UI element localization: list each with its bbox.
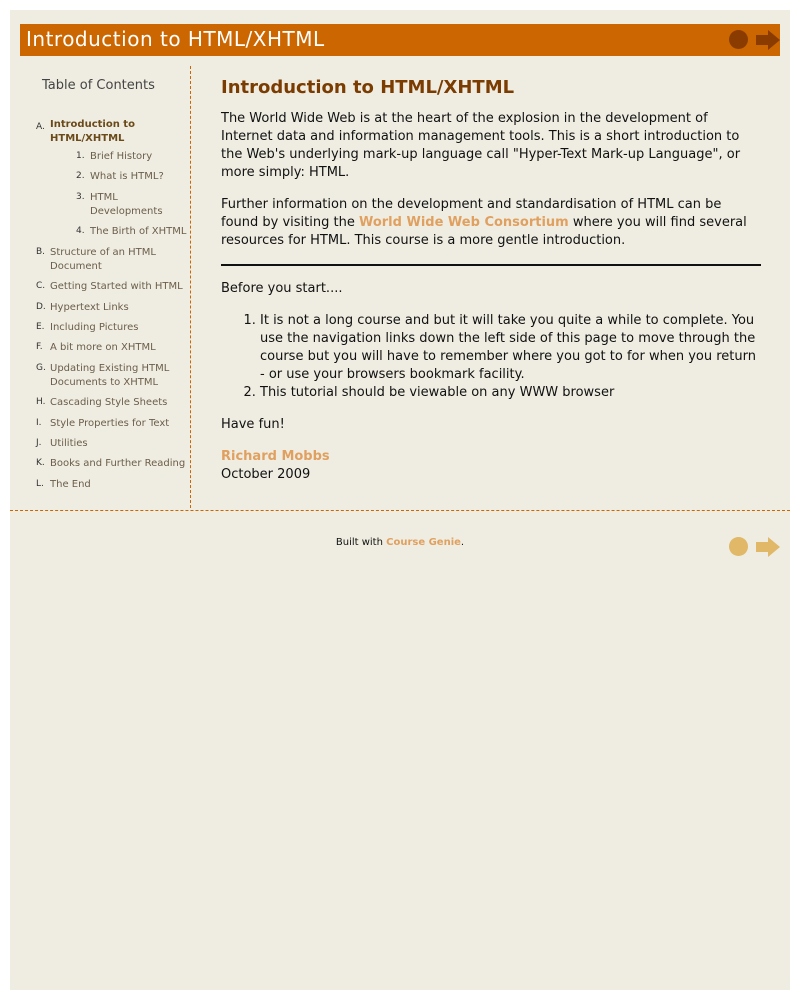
footer-divider xyxy=(10,510,790,511)
table-of-contents: Table of Contents A. Introduction to HTM… xyxy=(20,66,191,508)
toc-item-birth-of-xhtml[interactable]: The Birth of XHTML xyxy=(90,225,200,239)
author-name: Richard Mobbs xyxy=(221,449,330,464)
w3c-link[interactable]: World Wide Web Consortium xyxy=(359,215,569,230)
circle-prev-icon[interactable] xyxy=(729,30,748,49)
toc-marker: 3. xyxy=(76,192,85,202)
toc-item-brief-history[interactable]: Brief History xyxy=(90,150,190,164)
footer-built-with: Built with xyxy=(335,537,387,548)
content-heading: Introduction to HTML/XHTML xyxy=(221,77,515,98)
footer-credit: Built with Course Genie. xyxy=(10,537,790,548)
date-text: October 2009 xyxy=(221,467,311,482)
before-start-text: Before you start.... xyxy=(221,281,343,296)
divider xyxy=(221,264,761,266)
arrow-next-icon[interactable] xyxy=(756,30,780,50)
toc-marker: E. xyxy=(36,322,45,332)
page-frame: Introduction to HTML/XHTML Table of Cont… xyxy=(10,10,790,990)
list-item: This tutorial should be viewable on any … xyxy=(260,384,761,402)
toc-item-css[interactable]: Cascading Style Sheets xyxy=(50,396,190,410)
toc-marker: D. xyxy=(36,302,46,312)
page-title: Introduction to HTML/XHTML xyxy=(26,27,325,51)
toc-item-the-end[interactable]: The End xyxy=(50,478,190,492)
toc-marker: 4. xyxy=(76,226,85,236)
main-content: Introduction to HTML/XHTML The World Wid… xyxy=(221,76,761,484)
toc-marker: C. xyxy=(36,281,46,291)
list-item: It is not a long course and but it will … xyxy=(260,312,761,384)
toc-item-style-properties[interactable]: Style Properties for Text xyxy=(50,417,190,431)
toc-marker: A. xyxy=(36,122,45,132)
toc-item-more-xhtml[interactable]: A bit more on XHTML xyxy=(50,341,180,355)
have-fun-text: Have fun! xyxy=(221,417,285,432)
toc-marker: L. xyxy=(36,479,44,489)
title-bar: Introduction to HTML/XHTML xyxy=(20,24,780,56)
toc-item-what-is-html[interactable]: What is HTML? xyxy=(90,170,190,184)
footer-period: . xyxy=(460,537,465,548)
toc-marker: F. xyxy=(36,342,43,352)
course-genie-link[interactable]: Course Genie xyxy=(386,537,461,548)
toc-item-introduction[interactable]: Introduction to HTML/XHTML xyxy=(50,118,160,146)
toc-item-html-developments[interactable]: HTML Developments xyxy=(90,191,175,219)
toc-marker: K. xyxy=(36,458,45,468)
toc-marker: 1. xyxy=(76,151,85,161)
toc-marker: G. xyxy=(36,363,46,373)
toc-marker: B. xyxy=(36,247,46,257)
toc-marker: H. xyxy=(36,397,46,407)
further-info-paragraph: Further information on the development a… xyxy=(221,196,761,250)
arrow-next-icon[interactable] xyxy=(756,537,780,557)
toc-item-books[interactable]: Books and Further Reading xyxy=(50,457,195,471)
toc-marker: I. xyxy=(36,418,42,428)
toc-heading: Table of Contents xyxy=(42,78,155,93)
toc-marker: J. xyxy=(36,438,42,448)
instructions-list: It is not a long course and but it will … xyxy=(221,312,761,402)
toc-item-structure[interactable]: Structure of an HTML Document xyxy=(50,246,168,274)
intro-paragraph: The World Wide Web is at the heart of th… xyxy=(221,111,741,180)
toc-marker: 2. xyxy=(76,171,85,181)
toc-item-updating-html[interactable]: Updating Existing HTML Documents to XHTM… xyxy=(50,362,180,390)
circle-prev-icon[interactable] xyxy=(729,537,748,556)
toc-item-utilities[interactable]: Utilities xyxy=(50,437,190,451)
toc-item-hypertext-links[interactable]: Hypertext Links xyxy=(50,301,180,315)
toc-item-getting-started[interactable]: Getting Started with HTML xyxy=(50,280,195,294)
toc-item-including-pictures[interactable]: Including Pictures xyxy=(50,321,180,335)
